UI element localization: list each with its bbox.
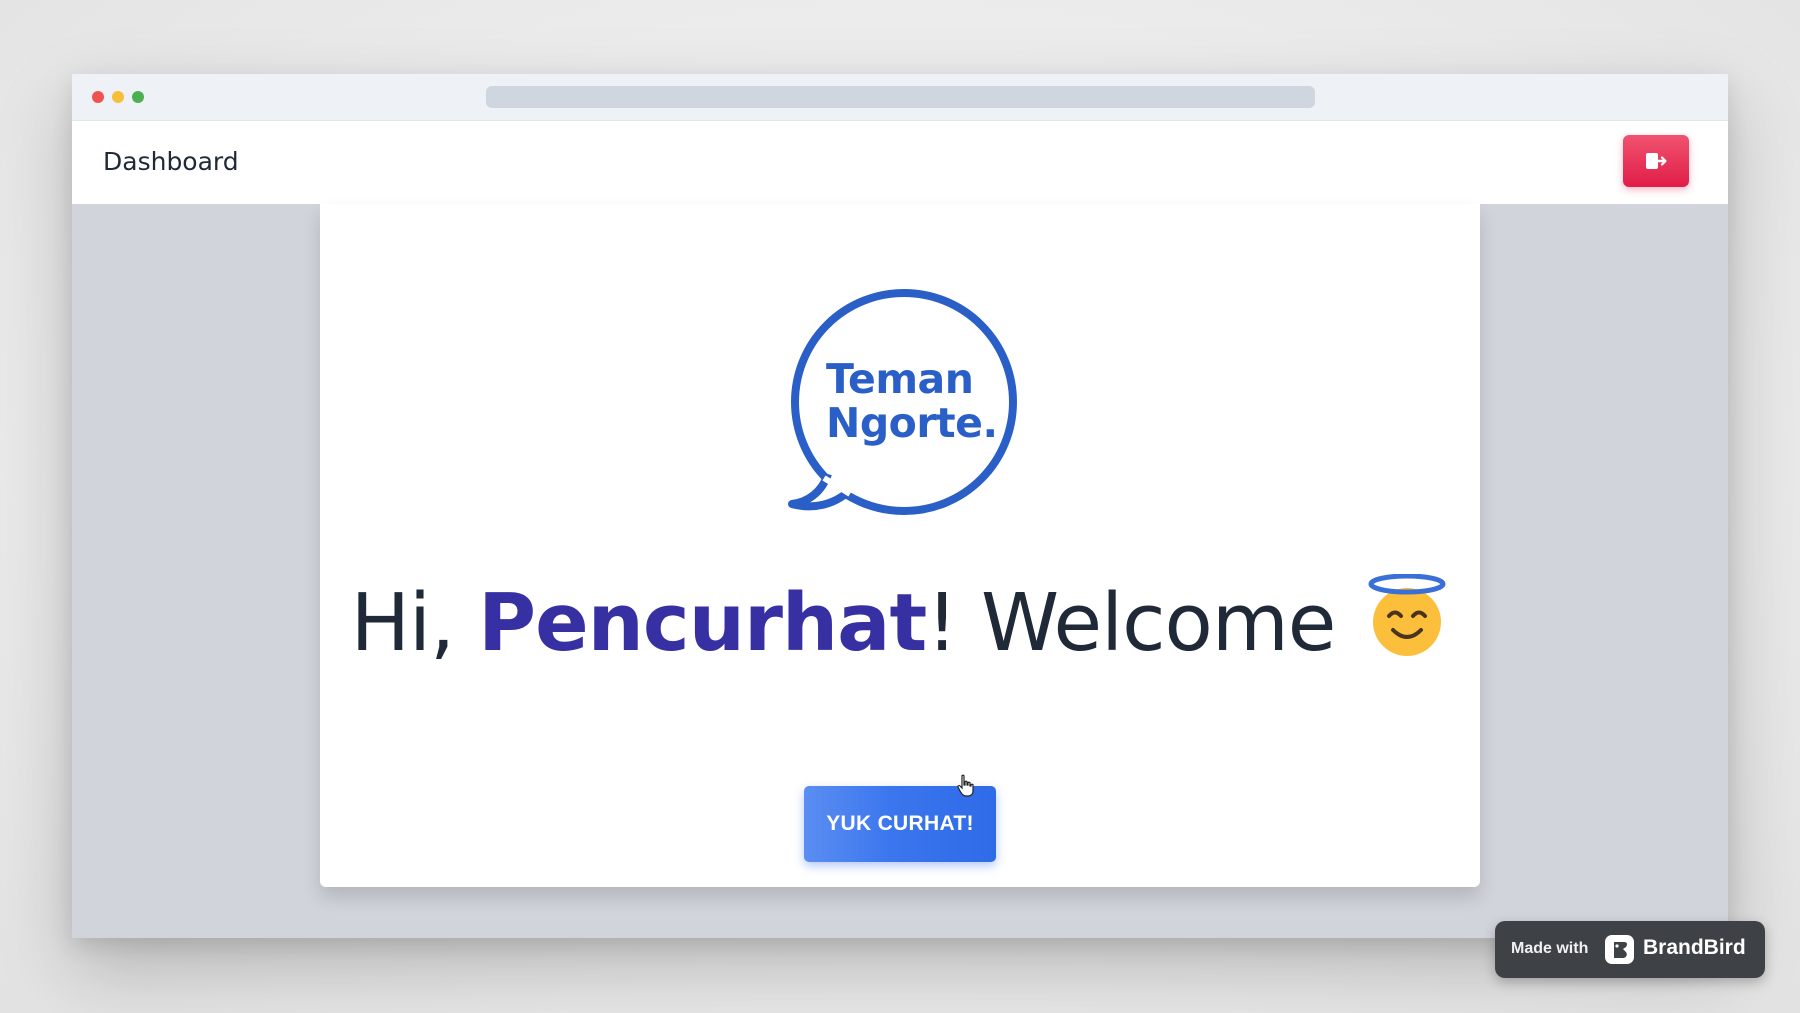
brandbird-name: BrandBird <box>1643 936 1746 959</box>
logo-line-2: Ngorte. <box>826 399 998 447</box>
browser-titlebar <box>72 74 1728 121</box>
user-name: Pencurhat <box>478 577 927 669</box>
teman-ngorte-logo: Teman Ngorte. <box>784 288 1020 524</box>
welcome-heading: Hi, Pencurhat! Welcome <box>320 573 1480 669</box>
close-window-dot[interactable] <box>92 91 104 103</box>
smiling-face-with-halo-icon <box>1365 573 1449 658</box>
made-with-text: Made with <box>1511 940 1589 957</box>
logo-line-1: Teman <box>826 355 974 403</box>
greeting-text: Hi, <box>350 577 479 669</box>
top-navbar: Dashboard <box>72 121 1728 204</box>
logout-button[interactable] <box>1623 135 1689 187</box>
made-with-brandbird-badge[interactable]: Made with BrandBird <box>1495 921 1765 978</box>
address-bar[interactable] <box>486 86 1315 108</box>
brandbird-logo-icon <box>1605 935 1634 964</box>
logout-icon <box>1646 153 1667 169</box>
minimize-window-dot[interactable] <box>112 91 124 103</box>
welcome-card: Teman Ngorte. Hi, Pencurhat! Welcome YUK… <box>320 204 1480 887</box>
maximize-window-dot[interactable] <box>132 91 144 103</box>
browser-window: Dashboard Teman Ngorte. Hi, Pencurhat! W… <box>72 74 1728 938</box>
welcome-text: ! Welcome <box>926 577 1336 669</box>
pointer-cursor-icon <box>957 774 974 797</box>
page-title: Dashboard <box>103 147 239 176</box>
logo-text: Teman Ngorte. <box>826 357 998 445</box>
